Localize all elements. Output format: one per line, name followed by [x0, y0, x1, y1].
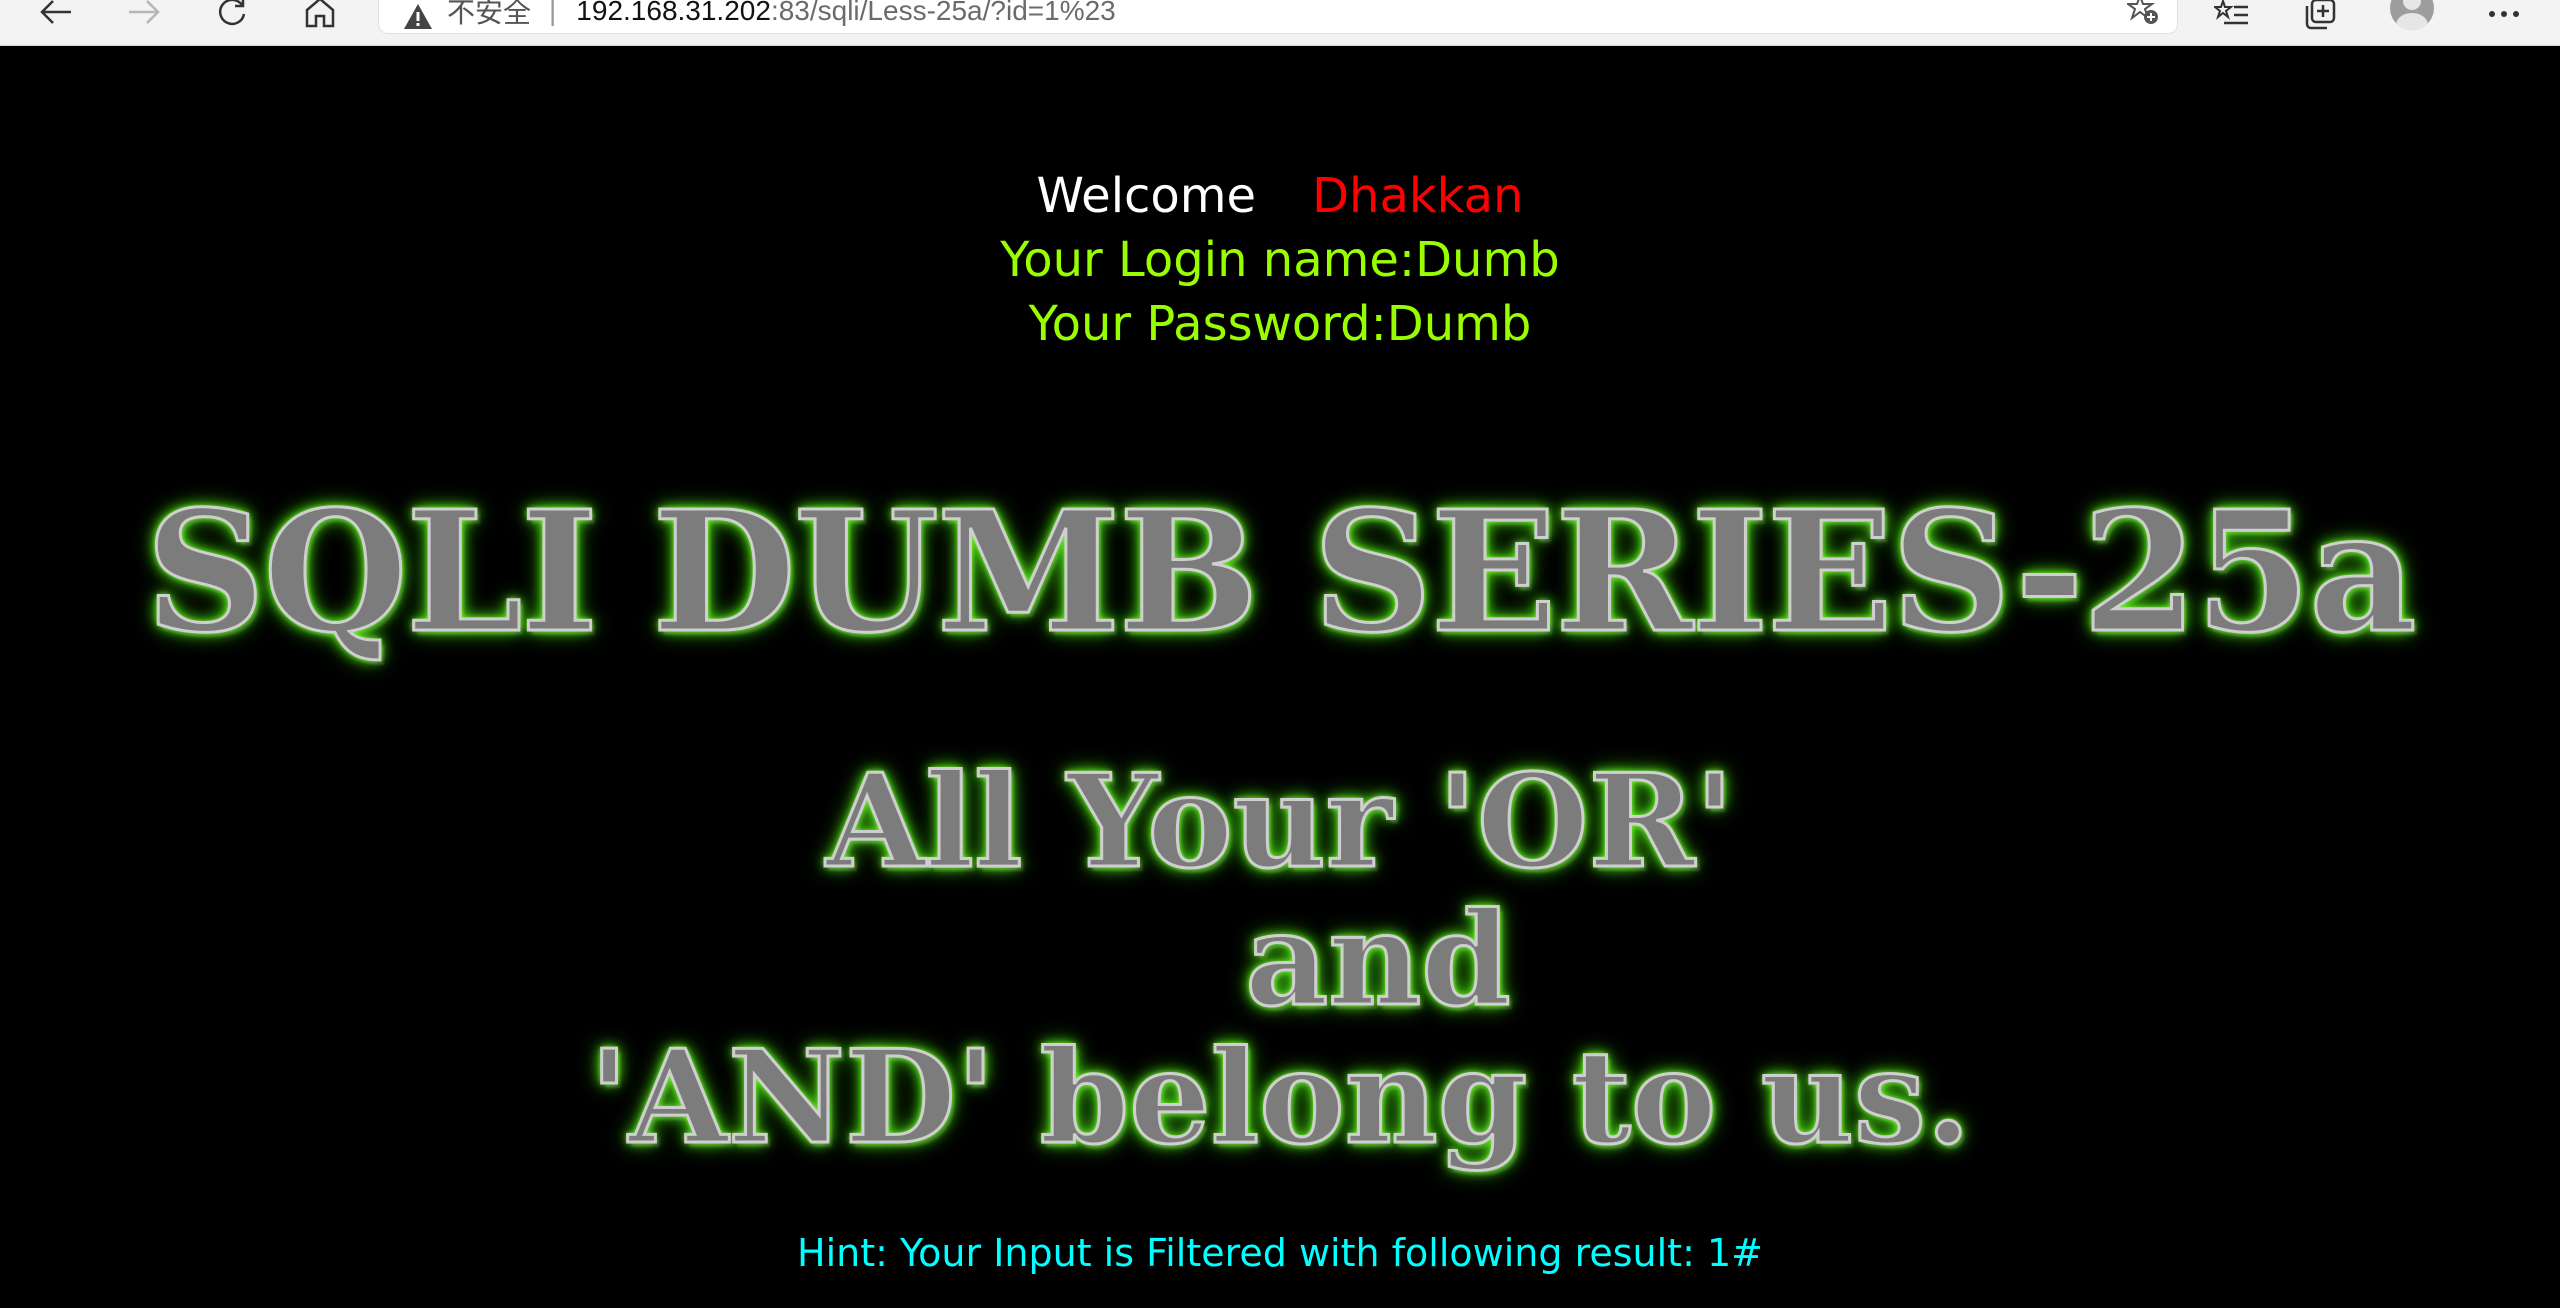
more-icon[interactable] — [2482, 0, 2526, 34]
warning-icon[interactable] — [403, 2, 433, 32]
back-arrow-icon[interactable] — [34, 0, 78, 32]
login-name-line: Your Login name:Dumb — [1000, 232, 1560, 288]
avatar[interactable] — [2390, 0, 2434, 30]
password-line: Your Password:Dumb — [1028, 296, 1532, 352]
banner-line-3: 'AND' belong to us. — [588, 1023, 1972, 1173]
welcome-row: Welcome Dhakkan — [0, 166, 2560, 226]
favorites-icon[interactable] — [2210, 0, 2254, 34]
banner-line-1: All Your 'OR' — [824, 747, 1735, 897]
home-icon[interactable] — [298, 0, 342, 32]
url-path[interactable]: :83/sqli/Less-25a/?id=1%23 — [771, 0, 1116, 27]
profile-icon[interactable] — [2390, 0, 2434, 34]
add-favorite-icon[interactable] — [2124, 0, 2159, 25]
series-title-banner: SQLI DUMB SERIES-25a — [144, 475, 2418, 670]
collections-icon[interactable] — [2298, 0, 2342, 34]
security-label[interactable]: 不安全 — [447, 0, 531, 31]
url-host[interactable]: 192.168.31.202 — [576, 0, 771, 27]
address-bar[interactable]: 不安全 | 192.168.31.202:83/sqli/Less-25a/?i… — [378, 0, 2178, 34]
address-separator: | — [549, 0, 557, 26]
welcome-text: Welcome — [1036, 168, 1257, 224]
refresh-icon[interactable] — [210, 0, 254, 32]
hint-text: Hint: Your Input is Filtered with follow… — [797, 1231, 1763, 1275]
welcome-name: Dhakkan — [1312, 168, 1524, 224]
forward-arrow-icon[interactable] — [122, 0, 166, 32]
browser-toolbar: 不安全 | 192.168.31.202:83/sqli/Less-25a/?i… — [0, 0, 2560, 46]
banner-line-2: and — [1244, 885, 1513, 1035]
